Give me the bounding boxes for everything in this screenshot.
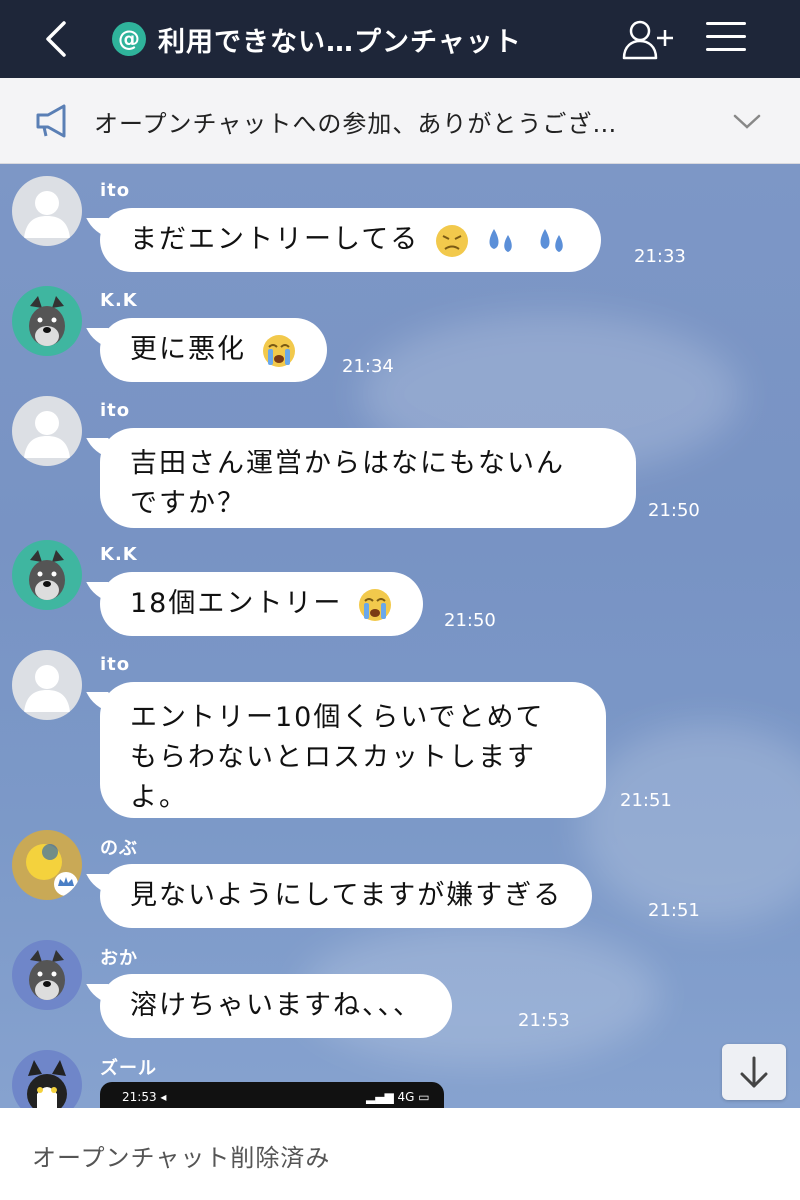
megaphone-icon: [36, 104, 66, 138]
angry-face-emoji-icon: [435, 224, 468, 257]
message-time: 21:34: [342, 356, 394, 377]
sender-name: ito: [100, 654, 131, 675]
message-text-line: もらわないとロスカットします: [130, 742, 536, 773]
thumbnail-status-icons: ▂▄▆ 4G ▭: [366, 1090, 430, 1104]
sender-name: おか: [100, 948, 138, 969]
sender-name: ズール: [100, 1058, 157, 1079]
message-text-line: ですか？: [130, 488, 246, 519]
message-bubble[interactable]: 更に悪化: [100, 318, 327, 382]
chevron-down-icon[interactable]: [732, 106, 762, 136]
chat-title: 利用できない…プンチャット: [158, 26, 522, 58]
open-chat-badge-icon: @: [112, 22, 146, 56]
message-time: 21:53: [518, 1010, 570, 1031]
chat-deleted-status: オープンチャット削除済み: [32, 1144, 331, 1172]
sender-name: K.K: [100, 290, 138, 311]
message-text-line: エントリー10個くらいでとめて: [130, 702, 545, 733]
schnauzer-avatar-icon[interactable]: [12, 540, 82, 610]
scroll-to-bottom-button[interactable]: [722, 1044, 786, 1100]
sender-name: ito: [100, 400, 131, 421]
arrow-down-icon: [740, 1056, 768, 1088]
message-bubble[interactable]: 吉田さん運営からはなにもないん ですか？: [100, 428, 636, 528]
message-text-line: 吉田さん運営からはなにもないん: [130, 448, 565, 479]
message-time: 21:50: [648, 500, 700, 521]
crying-face-emoji-icon: [358, 588, 391, 621]
moon-avatar-icon[interactable]: [12, 830, 82, 900]
sender-name: ito: [100, 180, 131, 201]
schnauzer-avatar-icon[interactable]: [12, 940, 82, 1010]
sender-name: K.K: [100, 544, 138, 565]
message-time: 21:51: [620, 790, 672, 811]
message-time: 21:50: [444, 610, 496, 631]
message-bubble[interactable]: 溶けちゃいますね、、、: [100, 974, 452, 1038]
message-bubble[interactable]: 18個エントリー: [100, 572, 423, 636]
message-text: 溶けちゃいますね、、、: [130, 990, 422, 1021]
add-user-icon[interactable]: [620, 18, 676, 62]
default-avatar-icon[interactable]: [12, 396, 82, 466]
chevron-left-icon[interactable]: [38, 20, 76, 58]
message-bubble[interactable]: まだエントリーしてる: [100, 208, 601, 272]
message-bubble[interactable]: 見ないようにしてますが嫌すぎる: [100, 864, 593, 928]
hamburger-icon[interactable]: [706, 22, 746, 56]
default-avatar-icon[interactable]: [12, 650, 82, 720]
message-text: まだエントリーしてる: [130, 224, 420, 255]
crying-face-emoji-icon: [262, 334, 295, 367]
message-text: 18個エントリー: [130, 588, 343, 619]
message-text: 見ないようにしてますが嫌すぎる: [130, 880, 563, 911]
message-time: 21:51: [648, 900, 700, 921]
message-text-line: よ。: [130, 782, 188, 813]
top-bar: @ 利用できない…プンチャット: [0, 0, 800, 78]
thumbnail-status-time: 21:53 ◂: [122, 1090, 167, 1104]
message-bubble[interactable]: エントリー10個くらいでとめて もらわないとロスカットします よ。: [100, 682, 606, 818]
schnauzer-avatar-icon[interactable]: [12, 286, 82, 356]
default-avatar-icon[interactable]: [12, 176, 82, 246]
chat-footer: オープンチャット削除済み: [0, 1108, 800, 1200]
announcement-text: オープンチャットへの参加、ありがとうござ…: [94, 110, 618, 138]
sweat-drops-icon: [540, 228, 563, 252]
sweat-drops-icon: [489, 228, 513, 252]
message-text: 更に悪化: [130, 334, 246, 365]
message-time: 21:33: [634, 246, 686, 267]
chat-title-area[interactable]: @ 利用できない…プンチャット: [112, 18, 522, 60]
sender-name: のぶ: [100, 838, 138, 859]
announcement-bar[interactable]: オープンチャットへの参加、ありがとうござ…: [0, 78, 800, 164]
